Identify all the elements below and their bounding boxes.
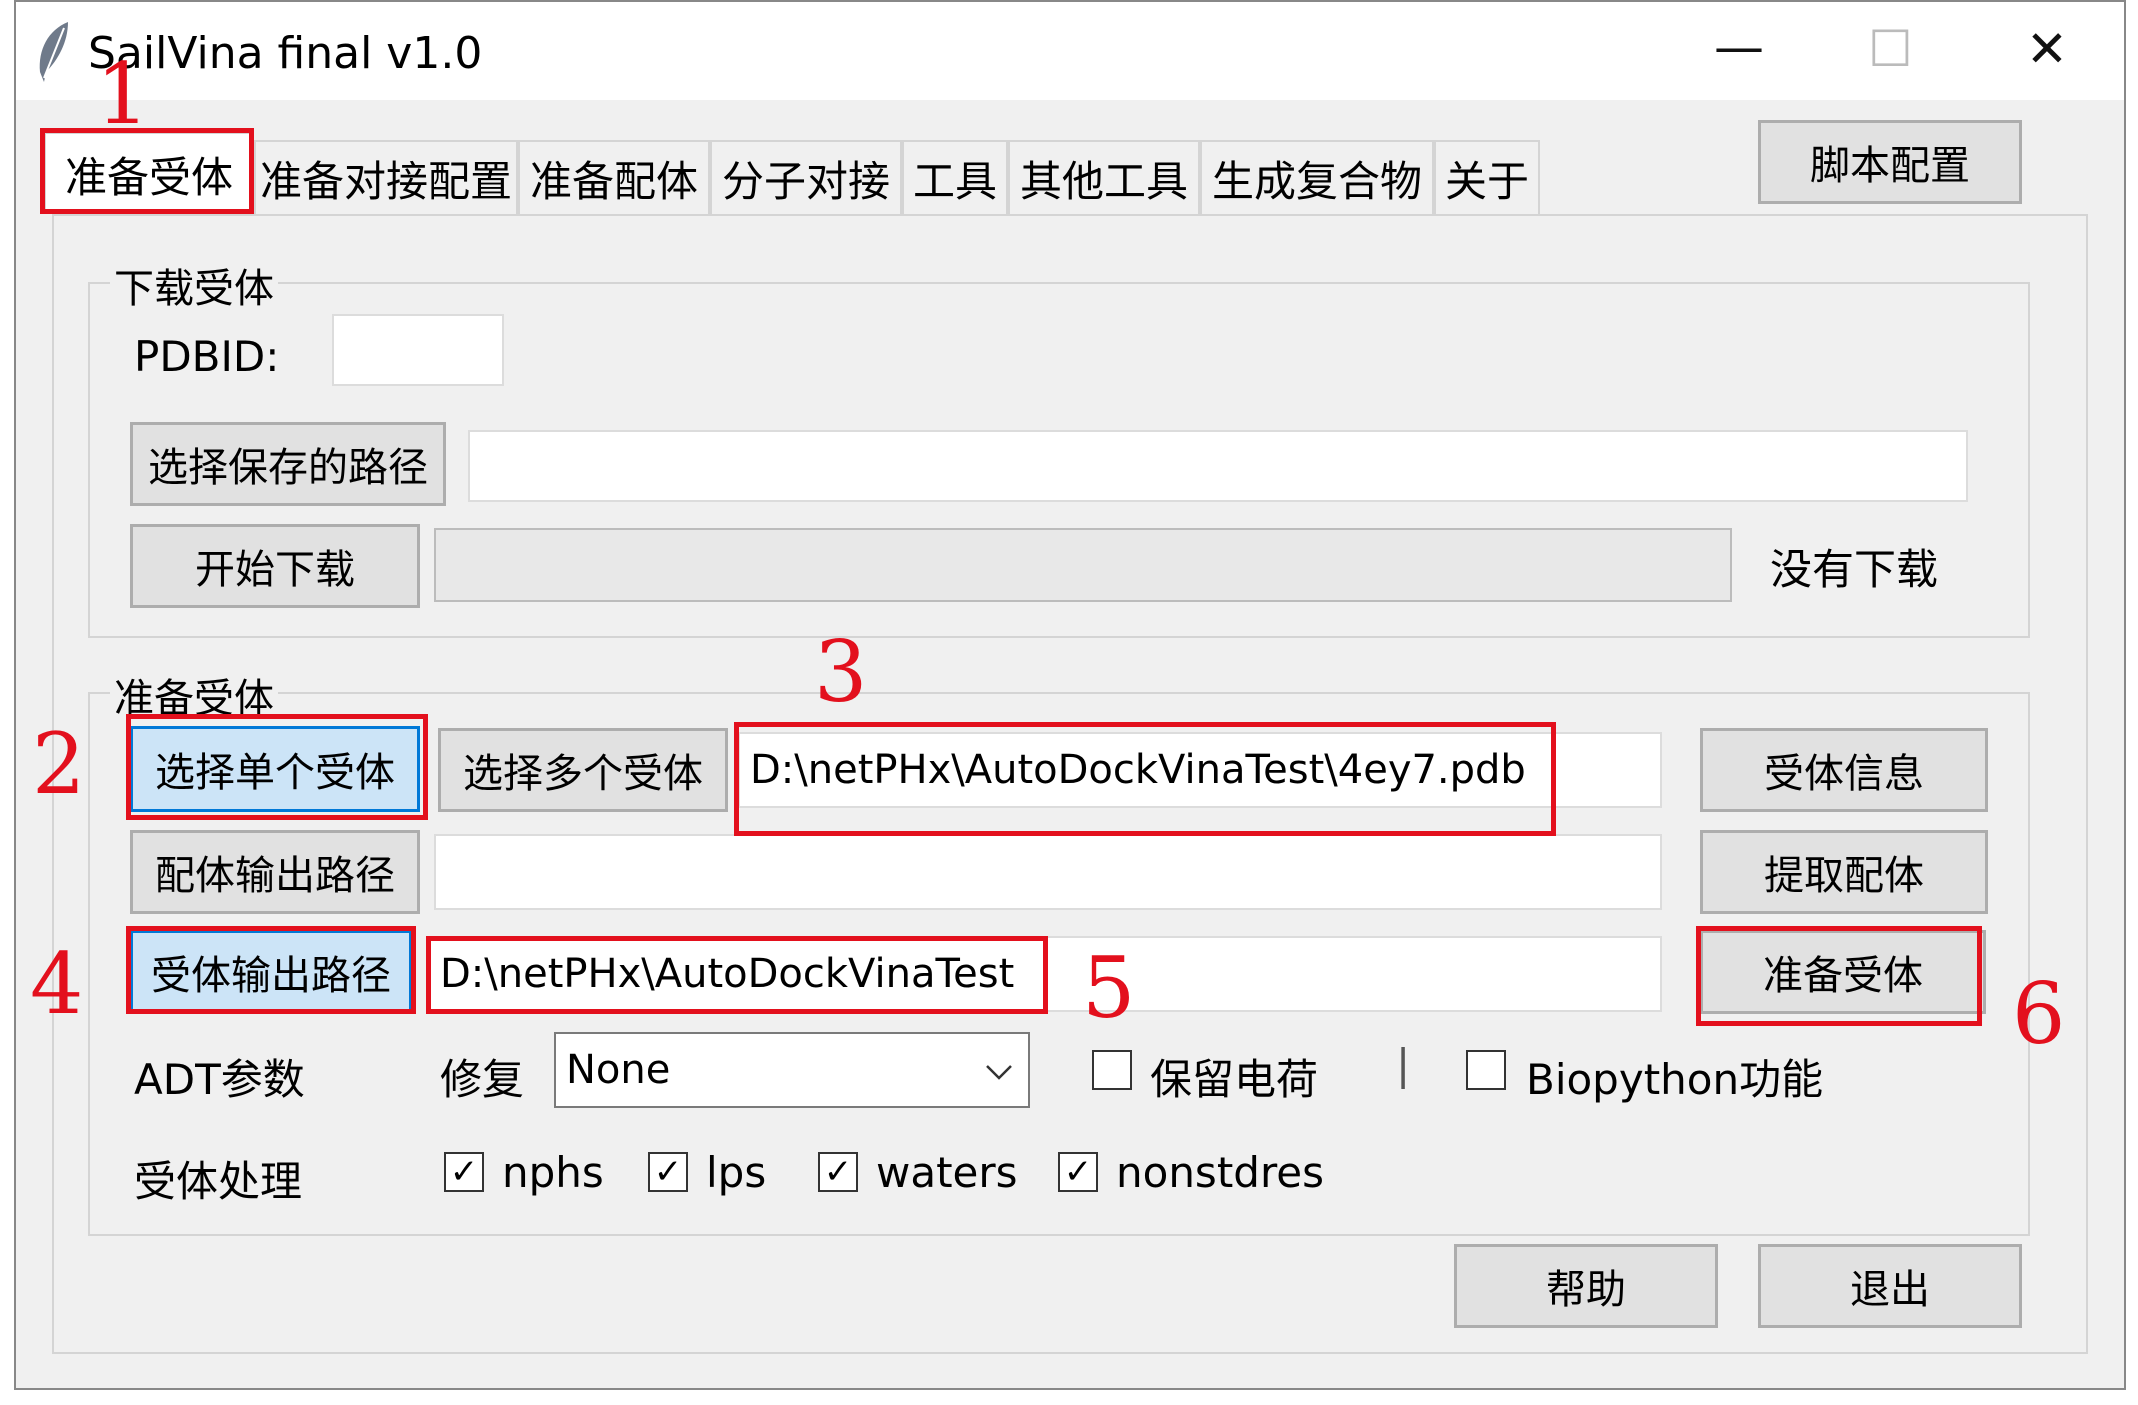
annotation-box-3 (734, 722, 1556, 836)
chevron-down-icon (986, 1065, 1012, 1080)
extract-ligand-button[interactable]: 提取配体 (1700, 830, 1988, 914)
nonstdres-label: nonstdres (1116, 1148, 1325, 1197)
receptor-info-button[interactable]: 受体信息 (1700, 728, 1988, 812)
annotation-box-4 (126, 926, 416, 1014)
tab-prepare-ligand[interactable]: 准备配体 (518, 140, 710, 214)
annotation-number-2: 2 (32, 715, 86, 813)
pdbid-label: PDBID: (134, 332, 280, 381)
waters-checkbox[interactable]: ✓ (818, 1152, 858, 1192)
annotation-number-4: 4 (30, 935, 84, 1033)
ligand-output-path-input[interactable] (434, 834, 1662, 910)
annotation-number-5: 5 (1082, 939, 1136, 1037)
tab-prepare-docking-config[interactable]: 准备对接配置 (254, 140, 518, 214)
ligand-output-path-button[interactable]: 配体输出路径 (130, 830, 420, 914)
exit-button[interactable]: 退出 (1758, 1244, 2022, 1328)
annotation-number-6: 6 (2012, 965, 2066, 1063)
download-progress-bar (434, 528, 1732, 602)
repair-select-value: None (566, 1047, 671, 1093)
lps-checkbox[interactable]: ✓ (648, 1152, 688, 1192)
annotation-number-1: 1 (96, 45, 150, 143)
biopython-label: Biopython功能 (1526, 1055, 1824, 1104)
annotation-box-5 (426, 936, 1048, 1014)
select-multiple-receptors-button[interactable]: 选择多个受体 (438, 728, 728, 812)
keep-charges-label: 保留电荷 (1150, 1055, 1319, 1104)
save-path-input[interactable] (468, 430, 1968, 502)
choose-save-path-button[interactable]: 选择保存的路径 (130, 422, 446, 506)
lps-label: lps (706, 1148, 767, 1197)
receptor-processing-label: 受体处理 (134, 1157, 303, 1206)
separator: | (1396, 1040, 1411, 1089)
maximize-button[interactable]: ☐ (1868, 24, 1913, 74)
minimize-button[interactable]: — (1714, 22, 1764, 72)
repair-label: 修复 (440, 1055, 525, 1104)
waters-label: waters (876, 1148, 1018, 1197)
annotation-box-6 (1696, 926, 1982, 1026)
tab-about[interactable]: 关于 (1434, 140, 1540, 214)
pdbid-input[interactable] (332, 314, 504, 386)
close-button[interactable]: ✕ (2026, 24, 2068, 74)
adt-params-label: ADT参数 (134, 1055, 305, 1104)
tab-generate-complex[interactable]: 生成复合物 (1200, 140, 1434, 214)
nphs-checkbox[interactable]: ✓ (444, 1152, 484, 1192)
download-status: 没有下载 (1770, 545, 1939, 594)
nonstdres-checkbox[interactable]: ✓ (1058, 1152, 1098, 1192)
tab-molecular-docking[interactable]: 分子对接 (710, 140, 902, 214)
download-group-title: 下载受体 (110, 256, 278, 314)
biopython-checkbox[interactable] (1466, 1050, 1506, 1090)
help-button[interactable]: 帮助 (1454, 1244, 1718, 1328)
feather-app-icon (39, 22, 68, 82)
nphs-label: nphs (502, 1148, 604, 1197)
annotation-number-3: 3 (814, 623, 868, 721)
annotation-box-2 (126, 714, 428, 820)
tab-other-tools[interactable]: 其他工具 (1008, 140, 1200, 214)
keep-charges-checkbox[interactable] (1092, 1050, 1132, 1090)
start-download-button[interactable]: 开始下载 (130, 524, 420, 608)
repair-select[interactable]: None (554, 1032, 1030, 1108)
tab-tools[interactable]: 工具 (902, 140, 1008, 214)
script-config-button[interactable]: 脚本配置 (1758, 120, 2022, 204)
